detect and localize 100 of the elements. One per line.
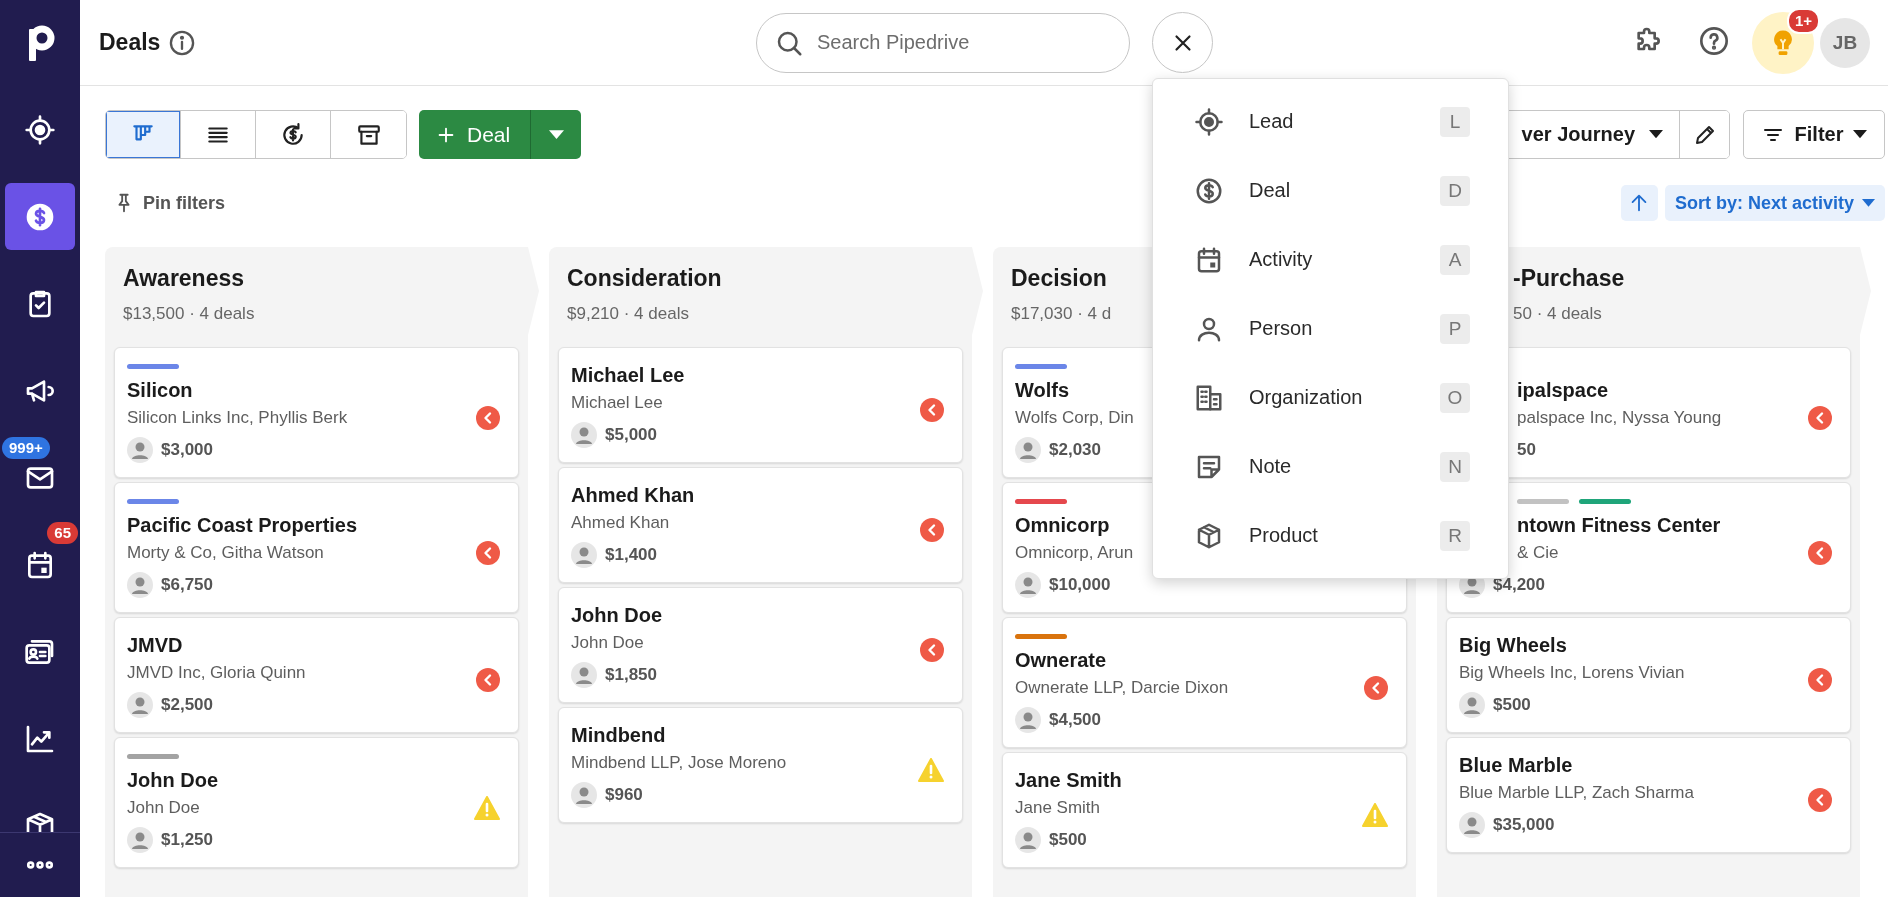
deal-title[interactable]: Ownerate [1015, 647, 1107, 673]
shortcut-key: O [1440, 382, 1470, 413]
deal-contact: Silicon Links Inc, Phyllis Berk [127, 407, 348, 429]
stage-title: -Purchase [1512, 265, 1625, 292]
deal-value: $3,000 [161, 440, 213, 460]
deal-contact: Omnicorp, Arun [1015, 542, 1134, 564]
sort-direction-button[interactable] [1620, 185, 1658, 221]
notification-badge: 1+ [1786, 7, 1820, 34]
add-deal-button[interactable]: Deal [419, 110, 531, 159]
deal-contact: palspace Inc, Nyssa Young [1516, 407, 1722, 429]
pin-filters-button[interactable]: Pin filters [105, 192, 226, 214]
sidebar-item[interactable] [24, 861, 56, 869]
deal-title[interactable]: Wolfs [1015, 377, 1070, 403]
deal-contact: Morty & Co, Githa Watson [127, 542, 324, 564]
deal-value: 50 [1517, 440, 1536, 460]
sort-button[interactable]: Sort by: Next activity [1664, 185, 1885, 221]
deal-title[interactable]: Blue Marble [1459, 752, 1573, 778]
caret-icon [1862, 199, 1875, 207]
deal-contact: Big Wheels Inc, Lorens Vivian [1459, 662, 1685, 684]
menu-item[interactable]: Product R [1153, 501, 1508, 570]
deal-value: $10,000 [1049, 575, 1111, 595]
deal-title[interactable]: JMVD [127, 632, 183, 658]
deal-title[interactable]: Big Wheels [1459, 632, 1567, 658]
avatar-icon [571, 542, 597, 568]
deal-value: $5,000 [605, 425, 657, 445]
avatar-icon [1015, 437, 1041, 463]
deal-value: $4,200 [1493, 575, 1545, 595]
deal-contact: Jane Smith [1015, 797, 1101, 819]
deal-value: $2,500 [161, 695, 213, 715]
avatar-icon [571, 662, 597, 688]
search-field[interactable]: Search Pipedrive [756, 12, 1130, 73]
deal-value: $1,850 [605, 665, 657, 685]
stage-title: Decision [1011, 265, 1107, 292]
avatar-icon [1459, 692, 1485, 718]
help-icon [1698, 24, 1730, 57]
deal-contact: John Doe [127, 797, 200, 819]
caret-icon [1853, 130, 1868, 139]
deal-value: $500 [1493, 695, 1531, 715]
dropdown-button[interactable] [530, 110, 582, 159]
menu-item[interactable]: Organization O [1153, 363, 1508, 432]
more-icon [24, 861, 56, 869]
shortcut-key: A [1440, 244, 1470, 275]
deal-contact: Mindbend LLP, Jose Moreno [571, 752, 787, 774]
stage-summary: $13,500 · 4 deals [123, 304, 255, 324]
deal-value: $4,500 [1049, 710, 1101, 730]
menu-item[interactable]: Lead L [1153, 87, 1508, 156]
menu-item[interactable]: Note N [1153, 432, 1508, 501]
filter-button[interactable]: Filter [1743, 110, 1885, 159]
deal-title[interactable]: Michael Lee [571, 362, 685, 388]
view-toggle[interactable] [106, 111, 181, 158]
deal-value: $1,400 [605, 545, 657, 565]
shortcut-key: R [1440, 520, 1470, 551]
avatar-icon [1015, 572, 1041, 598]
deal-contact: Blue Marble LLP, Zach Sharma [1459, 782, 1694, 804]
deal-contact: Ownerate LLP, Darcie Dixon [1015, 677, 1229, 699]
avatar-icon [571, 422, 597, 448]
deal-title[interactable]: Omnicorp [1015, 512, 1110, 538]
user-avatar[interactable]: JB [1820, 17, 1870, 68]
deal-title[interactable]: Jane Smith [1015, 767, 1122, 793]
avatar-icon [127, 437, 153, 463]
deal-value: $500 [1049, 830, 1087, 850]
deal-value: $2,030 [1049, 440, 1101, 460]
deal-contact: & Cie [1516, 542, 1559, 564]
avatar-icon [571, 782, 597, 808]
menu-item[interactable]: Deal D [1153, 156, 1508, 225]
deal-contact: Michael Lee [571, 392, 663, 414]
shortcut-key: D [1440, 175, 1470, 206]
menu-item[interactable]: Activity A [1153, 225, 1508, 294]
avatar-icon [127, 827, 153, 853]
info-icon [168, 28, 197, 57]
avatar-icon [1459, 812, 1485, 838]
forecast-icon [280, 121, 306, 148]
deal-title[interactable]: Pacific Coast Properties [127, 512, 358, 538]
stage-summary: $9,210 · 4 deals [567, 304, 689, 324]
stage-summary: $17,030 · 4 d [1011, 304, 1112, 324]
target-icon [24, 113, 56, 146]
count-badge: 65 [47, 522, 78, 544]
sidebar-item[interactable] [24, 113, 56, 146]
deal-title[interactable]: Mindbend [571, 722, 666, 748]
shortcut-key: N [1440, 451, 1470, 482]
avatar-icon [1015, 827, 1041, 853]
target-icon [1194, 106, 1224, 137]
avatar-icon [127, 692, 153, 718]
count-badge: 999+ [2, 437, 50, 459]
menu-item[interactable]: Person P [1153, 294, 1508, 363]
shortcut-key: P [1440, 313, 1470, 344]
avatar-icon [127, 572, 153, 598]
deal-title[interactable]: Ahmed Khan [571, 482, 695, 508]
deal-title[interactable]: John Doe [127, 767, 219, 793]
deal-title[interactable]: Silicon [127, 377, 193, 403]
deal-value: $1,250 [161, 830, 213, 850]
deal-contact: John Doe [571, 632, 644, 654]
shortcut-key: L [1440, 106, 1470, 137]
deal-value: $960 [605, 785, 643, 805]
avatar-icon [1015, 707, 1041, 733]
deal-title[interactable]: John Doe [571, 602, 663, 628]
stage-title: Consideration [567, 265, 722, 292]
deal-contact: Ahmed Khan [571, 512, 670, 534]
stage-summary: 50 · 4 deals [1512, 304, 1602, 324]
deal-value: $6,750 [161, 575, 213, 595]
